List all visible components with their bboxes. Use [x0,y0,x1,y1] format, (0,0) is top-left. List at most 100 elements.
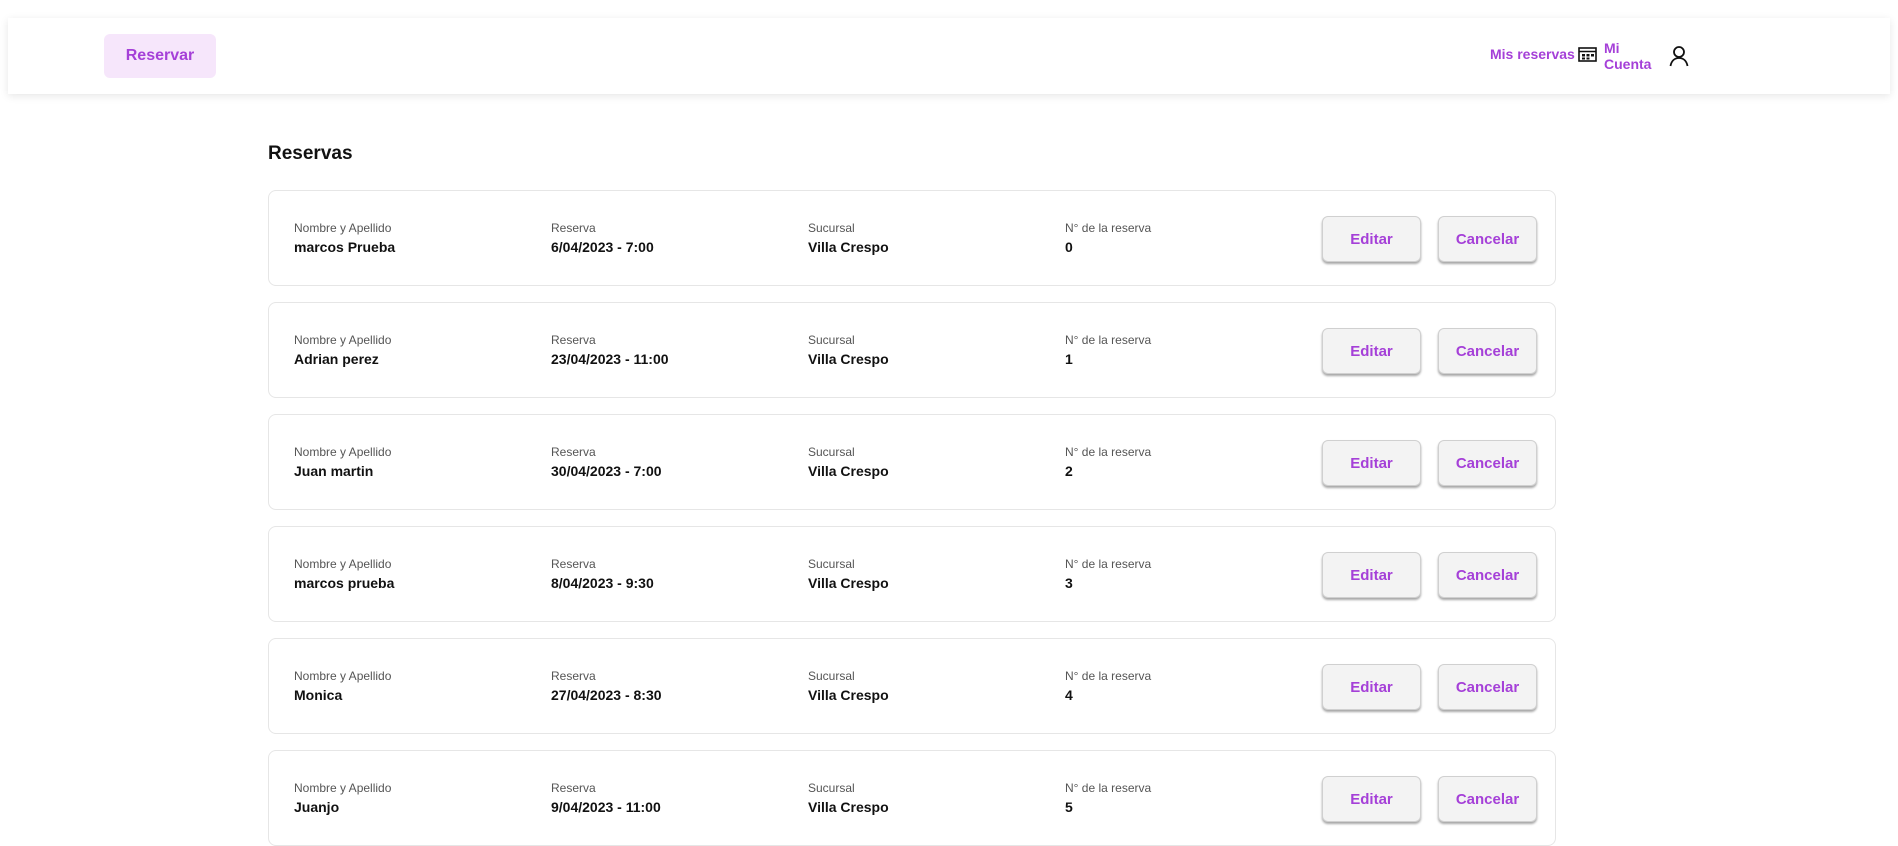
nombre-value: Adrian perez [294,351,379,367]
nombre-field: Nombre y Apellido Monica [294,669,391,703]
nombre-field: Nombre y Apellido marcos prueba [294,557,394,591]
reserva-value: 8/04/2023 - 9:30 [551,575,654,591]
numero-field: N° de la reserva 5 [1065,781,1151,815]
sucursal-field: Sucursal Villa Crespo [808,781,889,815]
numero-value: 1 [1065,351,1073,367]
reserva-field: Reserva 30/04/2023 - 7:00 [551,445,662,479]
reserva-field: Reserva 9/04/2023 - 11:00 [551,781,661,815]
reserva-label: Reserva [551,445,596,459]
mi-cuenta-label-line2: Cuenta [1604,56,1652,72]
reserva-value: 23/04/2023 - 11:00 [551,351,669,367]
sucursal-label: Sucursal [808,669,855,683]
nombre-value: Monica [294,687,343,703]
calendar-icon [1578,47,1597,62]
numero-value: 3 [1065,575,1073,591]
numero-label: N° de la reserva [1065,781,1152,795]
cancelar-button[interactable]: Cancelar [1438,776,1537,822]
nombre-label: Nombre y Apellido [294,445,392,459]
nombre-label: Nombre y Apellido [294,333,392,347]
sucursal-value: Villa Crespo [808,239,889,255]
reserva-value: 30/04/2023 - 7:00 [551,463,662,479]
reserva-label: Reserva [551,557,596,571]
sucursal-field: Sucursal Villa Crespo [808,557,889,591]
reserva-field: Reserva 6/04/2023 - 7:00 [551,221,654,255]
numero-field: N° de la reserva 4 [1065,669,1151,703]
sucursal-field: Sucursal Villa Crespo [808,333,889,367]
sucursal-label: Sucursal [808,557,855,571]
reserva-field: Reserva 27/04/2023 - 8:30 [551,669,662,703]
editar-button[interactable]: Editar [1322,216,1421,262]
reserva-label: Reserva [551,781,596,795]
editar-button[interactable]: Editar [1322,776,1421,822]
editar-button[interactable]: Editar [1322,664,1421,710]
mis-reservas-label: Mis reservas [1490,46,1575,62]
numero-field: N° de la reserva 1 [1065,333,1151,367]
numero-field: N° de la reserva 2 [1065,445,1151,479]
reserva-value: 6/04/2023 - 7:00 [551,239,654,255]
sucursal-value: Villa Crespo [808,687,889,703]
cancelar-button[interactable]: Cancelar [1438,328,1537,374]
sucursal-label: Sucursal [808,333,855,347]
numero-label: N° de la reserva [1065,333,1152,347]
reserva-card: Nombre y Apellido Adrian perez Reserva 2… [268,302,1556,398]
reserva-label: Reserva [551,669,596,683]
nombre-field: Nombre y Apellido Juan martin [294,445,391,479]
reserva-label: Reserva [551,333,596,347]
editar-button[interactable]: Editar [1322,440,1421,486]
editar-button[interactable]: Editar [1322,328,1421,374]
mi-cuenta-label-line1: Mi [1604,40,1620,56]
nombre-field: Nombre y Apellido Juanjo [294,781,391,815]
numero-value: 2 [1065,463,1073,479]
numero-label: N° de la reserva [1065,221,1152,235]
sucursal-field: Sucursal Villa Crespo [808,221,889,255]
numero-field: N° de la reserva 3 [1065,557,1151,591]
numero-value: 5 [1065,799,1073,815]
page-title: Reservas [268,143,353,164]
nombre-label: Nombre y Apellido [294,221,392,235]
sucursal-value: Villa Crespo [808,575,889,591]
mi-cuenta-link[interactable]: Mi Cuenta [1604,40,1654,72]
editar-button[interactable]: Editar [1322,552,1421,598]
cancelar-button[interactable]: Cancelar [1438,664,1537,710]
reserva-card: Nombre y Apellido Juanjo Reserva 9/04/20… [268,750,1556,846]
reserva-field: Reserva 23/04/2023 - 11:00 [551,333,669,367]
nombre-value: Juanjo [294,799,340,815]
sucursal-value: Villa Crespo [808,351,889,367]
mis-reservas-link[interactable]: Mis reservas [1490,46,1597,62]
numero-label: N° de la reserva [1065,669,1152,683]
reserva-value: 9/04/2023 - 11:00 [551,799,661,815]
nombre-label: Nombre y Apellido [294,669,392,683]
reserva-field: Reserva 8/04/2023 - 9:30 [551,557,654,591]
sucursal-label: Sucursal [808,445,855,459]
sucursal-value: Villa Crespo [808,799,889,815]
nombre-value: marcos prueba [294,575,395,591]
reservar-button[interactable]: Reservar [104,34,216,78]
nombre-field: Nombre y Apellido Adrian perez [294,333,391,367]
reserva-card: Nombre y Apellido Juan martin Reserva 30… [268,414,1556,510]
cancelar-button[interactable]: Cancelar [1438,216,1537,262]
reserva-label: Reserva [551,221,596,235]
nav-right: Mis reservas Mi Cuenta [1390,18,1890,94]
numero-value: 4 [1065,687,1073,703]
nombre-label: Nombre y Apellido [294,557,392,571]
numero-value: 0 [1065,239,1073,255]
reserva-card: Nombre y Apellido marcos prueba Reserva … [268,526,1556,622]
reserva-card: Nombre y Apellido marcos Prueba Reserva … [268,190,1556,286]
top-navbar: Reservar Mis reservas Mi Cuenta [8,18,1890,94]
nombre-value: Juan martin [294,463,374,479]
sucursal-label: Sucursal [808,781,855,795]
sucursal-label: Sucursal [808,221,855,235]
cancelar-button[interactable]: Cancelar [1438,552,1537,598]
reserva-value: 27/04/2023 - 8:30 [551,687,662,703]
sucursal-value: Villa Crespo [808,463,889,479]
sucursal-field: Sucursal Villa Crespo [808,669,889,703]
numero-label: N° de la reserva [1065,445,1152,459]
reserva-card: Nombre y Apellido Monica Reserva 27/04/2… [268,638,1556,734]
numero-field: N° de la reserva 0 [1065,221,1151,255]
nombre-label: Nombre y Apellido [294,781,392,795]
nombre-field: Nombre y Apellido marcos Prueba [294,221,395,255]
user-icon[interactable] [1668,45,1690,67]
cancelar-button[interactable]: Cancelar [1438,440,1537,486]
nombre-value: marcos Prueba [294,239,396,255]
numero-label: N° de la reserva [1065,557,1152,571]
